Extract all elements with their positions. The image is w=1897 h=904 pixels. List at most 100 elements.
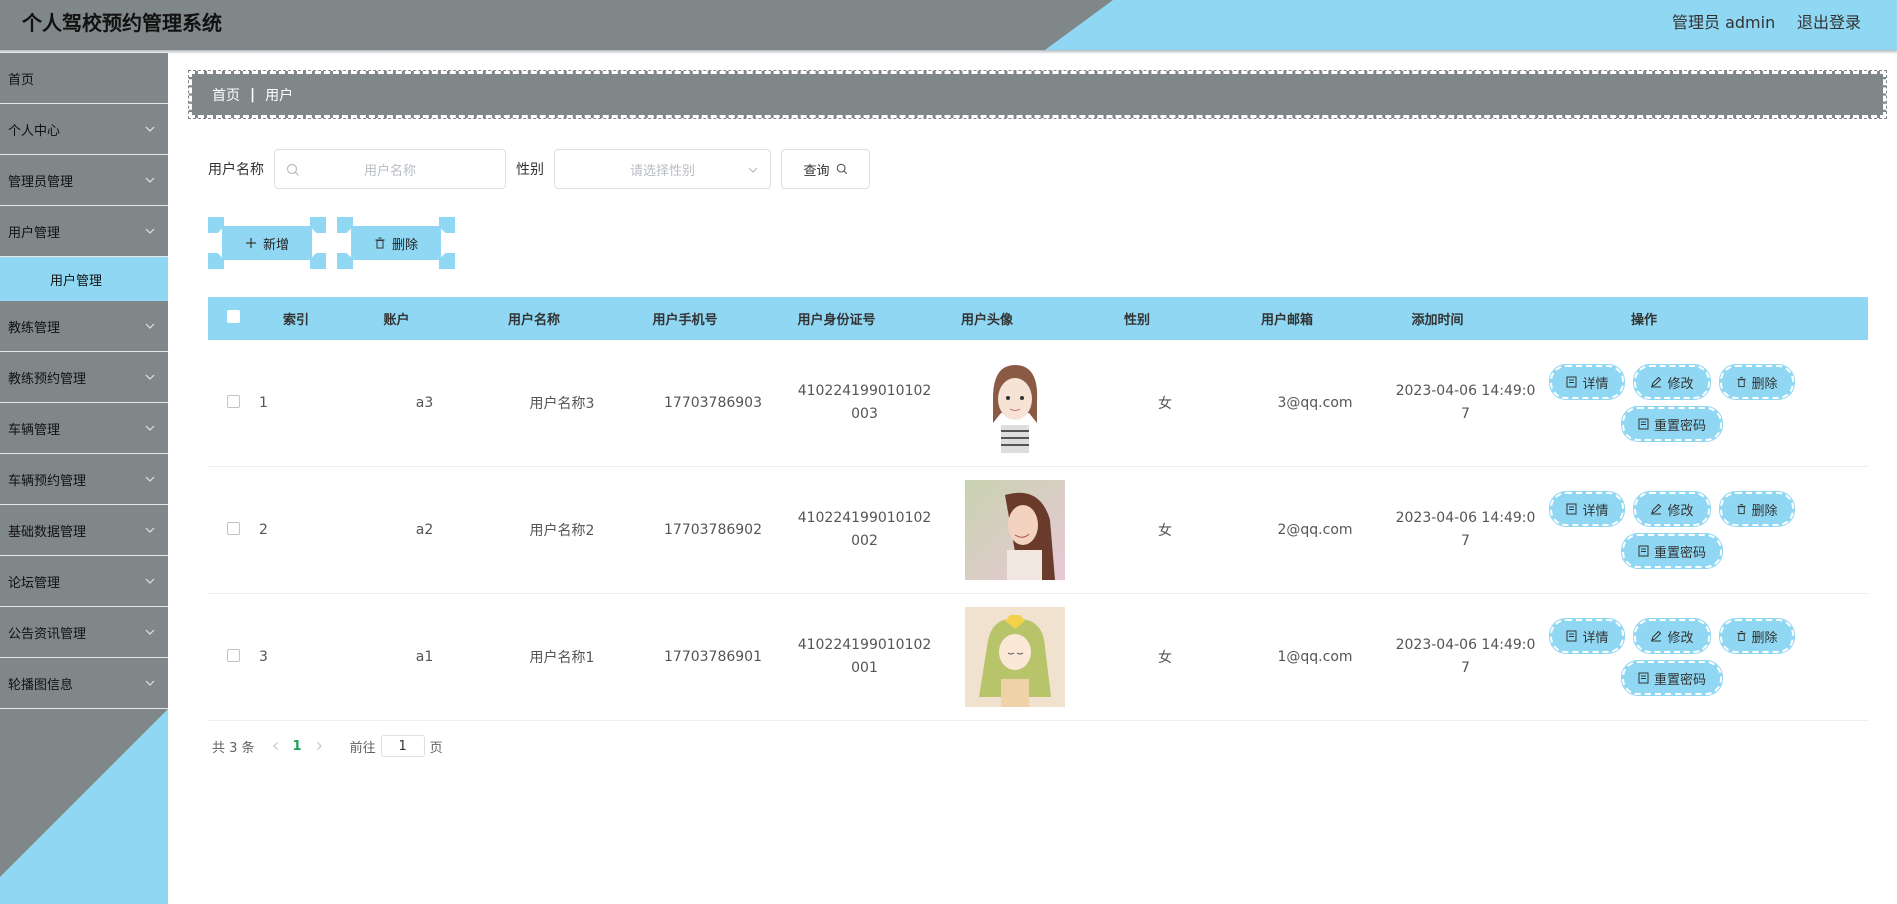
reset-password-button[interactable]: 重置密码: [1620, 660, 1724, 696]
table-row: 3 a1 用户名称1 17703786901 410224199010102 001 女 1@…: [208, 594, 1868, 721]
row-email: 1@qq.com: [1277, 649, 1353, 665]
row-index: 3: [259, 649, 268, 665]
query-label: 查询: [803, 163, 830, 179]
username-search-input[interactable]: 用户名称: [274, 149, 506, 189]
detail-button[interactable]: 详情: [1549, 618, 1626, 654]
chevron-down-icon: [145, 680, 155, 686]
document-icon: [1638, 672, 1649, 684]
document-icon: [1566, 503, 1577, 515]
detail-label: 详情: [1582, 630, 1609, 646]
row-email: 3@qq.com: [1277, 395, 1353, 411]
sidebar-item-label: 公告资讯管理: [8, 626, 87, 642]
trash-icon: [375, 237, 385, 249]
top-bar-gray-band: [0, 0, 1113, 50]
select-all-checkbox[interactable]: [226, 310, 240, 323]
sidebar-item-label: 个人中心: [8, 123, 61, 139]
sidebar-item[interactable]: 教练管理: [0, 301, 168, 352]
column-header: 账户: [383, 313, 410, 328]
table-header: 索引 账户 用户名称 用户手机号 用户身份证号 用户头像 性别 用户邮箱 添加时间 操作: [208, 297, 1868, 340]
document-icon: [1566, 630, 1577, 642]
sidebar-item[interactable]: 个人中心: [0, 104, 168, 155]
app-title: 个人驾校预约管理系统: [22, 11, 222, 35]
breadcrumb-home[interactable]: 首页: [212, 85, 240, 105]
sidebar-item-label: 教练管理: [8, 320, 61, 336]
row-username: 用户名称2: [529, 523, 595, 539]
next-page-icon[interactable]: [314, 741, 324, 751]
row-checkbox[interactable]: [227, 648, 240, 662]
document-icon: [1566, 376, 1577, 388]
trash-icon: [1736, 630, 1746, 642]
row-email: 2@qq.com: [1277, 522, 1353, 538]
delete-button[interactable]: 删除: [1718, 364, 1795, 400]
document-icon: [1638, 418, 1649, 430]
row-checkbox[interactable]: [227, 394, 240, 408]
sidebar-item[interactable]: 基础数据管理: [0, 505, 168, 556]
search-icon: [836, 163, 847, 175]
sidebar-item[interactable]: 轮播图信息: [0, 658, 168, 709]
row-index: 2: [259, 522, 268, 538]
top-bar-shadow: [0, 50, 1897, 54]
add-button[interactable]: 新增: [208, 217, 326, 269]
chevron-down-icon: [145, 374, 155, 380]
row-checkbox[interactable]: [227, 521, 240, 535]
row-id-number: 410224199010102 003: [797, 383, 932, 422]
user-avatar-image: [965, 607, 1065, 707]
reset-password-button[interactable]: 重置密码: [1620, 406, 1724, 442]
gender-select[interactable]: 请选择性别: [554, 149, 771, 189]
goto-page-input[interactable]: 1: [380, 735, 425, 757]
detail-label: 详情: [1582, 503, 1609, 519]
edit-button[interactable]: 修改: [1633, 618, 1711, 654]
sidebar-item[interactable]: 车辆管理: [0, 403, 168, 454]
detail-button[interactable]: 详情: [1549, 364, 1626, 400]
row-id-number: 410224199010102 001: [797, 637, 932, 676]
chevron-down-icon: [145, 629, 155, 635]
page-unit: 页: [429, 740, 443, 756]
sidebar-item[interactable]: 用户管理: [0, 206, 168, 257]
detail-button[interactable]: 详情: [1549, 491, 1626, 527]
chevron-down-icon: [748, 167, 758, 173]
sidebar-item[interactable]: 论坛管理: [0, 556, 168, 607]
edit-label: 修改: [1667, 630, 1694, 646]
breadcrumb-current: 用户: [265, 87, 294, 104]
logout-button[interactable]: 退出登录: [1797, 9, 1861, 33]
sidebar-subitem-user-management[interactable]: 用户管理: [0, 257, 168, 301]
delete-label: 删除: [1751, 630, 1778, 646]
sidebar-item-label: 基础数据管理: [8, 524, 87, 540]
query-button[interactable]: 查询: [781, 149, 870, 189]
edit-label: 修改: [1667, 503, 1694, 519]
prev-page-icon[interactable]: [271, 741, 281, 751]
plus-icon: [245, 238, 256, 248]
add-label: 新增: [262, 237, 289, 253]
delete-button[interactable]: 删除: [1718, 491, 1795, 527]
column-header: 用户邮箱: [1260, 313, 1313, 328]
trash-icon: [1736, 503, 1746, 515]
sidebar-item-label: 首页: [8, 72, 35, 88]
edit-button[interactable]: 修改: [1633, 364, 1711, 400]
reset-password-button[interactable]: 重置密码: [1620, 533, 1724, 569]
reset-password-label: 重置密码: [1653, 545, 1706, 561]
batch-delete-button[interactable]: 删除: [337, 217, 455, 269]
username-label: 用户名称: [208, 162, 264, 178]
edit-label: 修改: [1667, 376, 1694, 392]
sidebar-item[interactable]: 车辆预约管理: [0, 454, 168, 505]
edit-button[interactable]: 修改: [1633, 491, 1711, 527]
sidebar-item-label: 论坛管理: [8, 575, 61, 591]
row-account: a2: [415, 522, 434, 538]
chevron-down-icon: [145, 527, 155, 533]
column-header: 用户名称: [507, 313, 560, 328]
row-created-time: 2023-04-06 14:49:0 7: [1395, 510, 1536, 549]
user-avatar-image: [965, 353, 1065, 453]
sidebar-item[interactable]: 管理员管理: [0, 155, 168, 206]
search-icon: [286, 163, 299, 176]
sidebar-item[interactable]: 首页: [0, 53, 168, 104]
row-gender: 女: [1158, 396, 1172, 412]
sidebar-item[interactable]: 公告资讯管理: [0, 607, 168, 658]
row-id-number: 410224199010102 002: [797, 510, 932, 549]
delete-button[interactable]: 删除: [1718, 618, 1795, 654]
column-header: 操作: [1630, 313, 1657, 328]
chevron-down-icon: [145, 425, 155, 431]
table-row: 1 a3 用户名称3 17703786903 410224199010102 003 女 3@…: [208, 340, 1868, 467]
page-number[interactable]: 1: [293, 739, 302, 754]
search-bar: 用户名称 用户名称 性别 请选择性别 查询: [208, 149, 870, 189]
sidebar-item[interactable]: 教练预约管理: [0, 352, 168, 403]
